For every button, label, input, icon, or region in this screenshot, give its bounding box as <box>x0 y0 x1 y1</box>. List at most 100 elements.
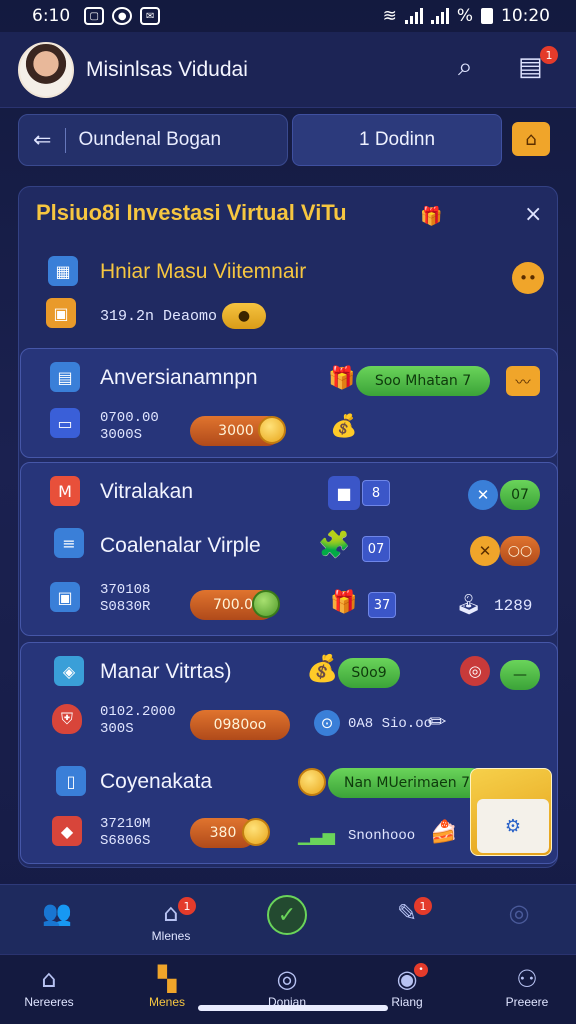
app-header: Misinlsas Vidudai ⌕ ▤ 1 <box>0 32 576 108</box>
row-note: Snonhooo <box>348 828 416 844</box>
signal-icon <box>404 8 423 24</box>
user-icon: ⚇ <box>516 965 538 993</box>
status-bar: 6:10 ▢ ● ✉ ≋ % 10:20 <box>0 0 576 32</box>
nav-item-home[interactable]: ⌂ Mlenes 1 <box>126 897 216 943</box>
compass-icon: ◎ <box>508 899 530 927</box>
row-title: Coalenalar Virple <box>100 534 261 557</box>
search-bar[interactable]: ⇐ Oundenal Bogan <box>18 114 288 166</box>
battery-icon <box>481 8 493 24</box>
row-title: Coyenakata <box>100 770 213 793</box>
row-values: 0102.2000 300S <box>100 704 176 737</box>
coin-icon <box>242 818 270 846</box>
status-toggle[interactable]: ● <box>222 303 266 329</box>
group-icon: 👥 <box>42 899 72 927</box>
photo-icon: ▣ <box>50 582 80 612</box>
ticket-icon: ◆ <box>52 816 82 846</box>
row-title: Anversianamnpn <box>100 366 258 389</box>
filter-selector[interactable]: 1 Dodinn <box>292 114 502 166</box>
nav-item-compass[interactable]: ◎ <box>474 899 564 929</box>
bar-chart-icon: ▁▃▅ <box>298 826 335 845</box>
home-icon: ⌂ <box>41 965 57 993</box>
count-chip: 07 <box>362 536 390 562</box>
wifi-icon: ≋ <box>382 6 397 26</box>
mail-icon: ✉ <box>140 7 161 25</box>
compass-icon: ◎ <box>276 965 298 993</box>
nav-item-edit[interactable]: ✎ 1 <box>362 897 452 929</box>
nav-item-check[interactable]: ✓ <box>242 895 332 935</box>
avatar[interactable] <box>18 41 74 98</box>
cube-icon: ■ <box>328 476 360 510</box>
grid-icon: ▚ <box>157 965 177 993</box>
nav-item-profile[interactable]: ⚇ Preeere <box>482 965 572 1009</box>
notifications-icon[interactable]: ▤ <box>518 52 543 82</box>
document-icon: ≡ <box>54 528 84 558</box>
target-icon[interactable]: ◎ <box>460 656 490 686</box>
workspace-icon: 🧩 <box>318 530 351 560</box>
toggle-pill[interactable]: — <box>500 660 540 690</box>
bottom-nav: ⌂ Nereeres ▚ Menes ◎ Donian ◉ Riang • ⚇ … <box>0 954 576 1024</box>
status-time-right: 10:20 <box>501 6 550 26</box>
signal-icon <box>430 8 449 24</box>
row-values: 370108 S0830R <box>100 582 151 615</box>
cake-icon: 🍰 <box>430 820 458 845</box>
status-pill[interactable]: ○○ <box>500 536 540 566</box>
joystick-icon: 🕹 <box>456 592 482 616</box>
coin-pill[interactable]: S0o9 <box>338 658 400 688</box>
home-icon: ⌂ <box>163 899 179 927</box>
amount-pill: 0980oo <box>190 710 290 740</box>
nav-item-group[interactable]: 👥 <box>12 899 102 929</box>
calculator-icon: ▤ <box>50 362 80 392</box>
panel-title: Plsiuo8i Investasi Virtual ViTu <box>36 200 347 225</box>
pencil-icon: ✏ <box>428 710 447 735</box>
status-pill[interactable]: 07 <box>500 480 540 510</box>
check-icon: ✓ <box>267 895 307 935</box>
coins-icon: 💰 <box>306 654 339 684</box>
percent-icon: % <box>456 6 473 26</box>
search-icon[interactable]: ⌕ <box>458 52 473 83</box>
chart-icon: ▦ <box>48 256 78 286</box>
nav-item-menu[interactable]: ▚ Menes <box>122 965 212 1009</box>
page-title: Misinlsas Vidudai <box>86 57 248 81</box>
home-button[interactable]: ⌂ <box>512 122 550 156</box>
notification-badge: • <box>414 963 428 977</box>
money-bag-icon: 💰 <box>330 414 358 439</box>
row-title: Manar Vitrtas) <box>100 660 232 683</box>
tools-icon[interactable]: ✕ <box>470 536 500 566</box>
chart-icon: ◈ <box>54 656 84 686</box>
home-icon: ⌂ <box>525 128 537 150</box>
more-icon[interactable]: •• <box>512 262 544 294</box>
folder-icon[interactable]: ⚙ <box>470 768 552 856</box>
mail-icon: M <box>50 476 80 506</box>
action-button[interactable]: Nan MUerimaen 7 <box>328 768 486 798</box>
row-values: 0700.00 3000S <box>100 410 159 443</box>
row-title: Vitralakan <box>100 480 194 503</box>
nav-item-notifications[interactable]: ◉ Riang • <box>362 963 452 1009</box>
nav-item-home[interactable]: ⌂ Nereeres <box>4 965 94 1009</box>
action-button[interactable]: Soo Mhatan 7 <box>356 366 490 396</box>
row-value: 1289 <box>494 597 533 615</box>
count-chip: 8 <box>362 480 390 506</box>
briefcase-icon: ▣ <box>46 298 76 328</box>
shield-icon: ⛨ <box>52 704 82 734</box>
settings-icon: ⚙ <box>477 799 549 853</box>
twitter-icon: ● <box>112 7 133 25</box>
close-button[interactable]: × <box>524 202 542 227</box>
count-chip: 37 <box>368 592 396 618</box>
clock-icon: ⊙ <box>314 710 340 736</box>
coin-icon <box>258 416 286 444</box>
home-indicator <box>198 1005 388 1011</box>
row-values: 37210M S6806S <box>100 816 151 849</box>
message-icon: ▢ <box>84 7 105 25</box>
coin-icon <box>252 590 280 618</box>
close-circle-icon[interactable]: ✕ <box>468 480 498 510</box>
nav-item-explore[interactable]: ◎ Donian <box>242 965 332 1009</box>
back-menu-icon[interactable]: ⇐ <box>33 127 67 153</box>
secondary-nav: 👥 ⌂ Mlenes 1 ✓ ✎ 1 ◎ <box>0 884 576 954</box>
notification-badge: 1 <box>540 46 558 64</box>
gift-icon: 🎁 <box>420 206 443 227</box>
leaf-icon: ● <box>237 308 251 324</box>
gift-icon: 🎁 <box>330 590 358 615</box>
trend-icon[interactable]: 〰 <box>506 366 540 396</box>
phone-icon: ▯ <box>56 766 86 796</box>
coin-icon <box>298 768 326 796</box>
